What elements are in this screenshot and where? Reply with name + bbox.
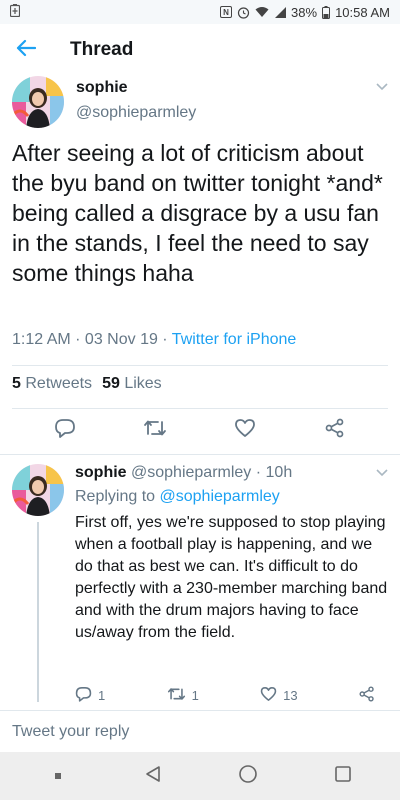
tweet-actions: 1 1 13 (75, 686, 375, 705)
share-icon (359, 686, 375, 705)
nav-back-icon (144, 765, 162, 788)
client-link[interactable]: Twitter for iPhone (172, 331, 297, 348)
avatar[interactable] (12, 76, 64, 128)
like-button[interactable] (225, 415, 265, 445)
retweet-count: 1 (191, 688, 199, 703)
reply-tweet[interactable]: sophie @sophieparmley · 10h Replying to … (0, 460, 400, 710)
reply-icon (75, 686, 92, 705)
like-count: 13 (283, 688, 298, 703)
replying-to: Replying to @sophieparmley (75, 488, 280, 505)
display-name[interactable]: sophie (76, 78, 196, 98)
reply-input[interactable] (12, 711, 388, 753)
reply-button[interactable] (45, 415, 85, 445)
chevron-down-icon (376, 78, 388, 95)
nav-recents-button[interactable] (36, 754, 80, 798)
system-nav-bar (0, 752, 400, 800)
svg-text:N: N (223, 8, 229, 17)
page-title: Thread (70, 39, 134, 60)
alarm-icon (237, 6, 250, 19)
tweet-menu-button[interactable] (376, 78, 388, 96)
header: Thread (0, 24, 400, 76)
signal-icon (274, 6, 287, 18)
avatar[interactable] (12, 464, 64, 516)
tweet-meta: 1:12 AM · 03 Nov 19 · Twitter for iPhone (12, 331, 296, 349)
nav-recents-icon (54, 767, 62, 785)
divider (12, 408, 388, 409)
divider (0, 454, 400, 455)
clock: 10:58 AM (335, 4, 390, 20)
nav-overview-icon (334, 765, 352, 788)
thread-line (37, 522, 39, 702)
reply-button[interactable]: 1 (75, 686, 105, 705)
nav-home-button[interactable] (226, 754, 270, 798)
reply-composer (0, 710, 400, 753)
divider (12, 365, 388, 366)
reply-icon (54, 418, 76, 443)
retweet-icon (167, 687, 186, 704)
retweet-button[interactable]: 1 (167, 687, 199, 704)
tweet-text: After seeing a lot of criticism about th… (12, 140, 383, 286)
retweet-button[interactable] (135, 415, 175, 445)
mention-link[interactable]: @sophieparmley (160, 488, 280, 505)
reply-header: sophie @sophieparmley · 10h (75, 462, 292, 484)
back-button[interactable] (4, 28, 48, 72)
tweet-menu-button[interactable] (376, 464, 388, 482)
share-icon (325, 418, 345, 443)
nav-overview-button[interactable] (321, 754, 365, 798)
handle[interactable]: @sophieparmley (76, 102, 196, 124)
nfc-icon: N (220, 6, 233, 18)
timestamp: 1:12 AM · 03 Nov 19 · (12, 331, 172, 348)
share-button[interactable] (315, 415, 355, 445)
status-bar: N 38% 10:58 AM (0, 0, 400, 24)
tweet-actions (0, 415, 400, 445)
like-icon (260, 686, 277, 705)
like-button[interactable]: 13 (260, 686, 298, 705)
retweet-icon (143, 419, 167, 442)
battery-saver-icon (9, 4, 21, 20)
tweet-stats: 5 Retweets 59 Likes (12, 375, 162, 393)
nav-back-button[interactable] (131, 754, 175, 798)
chevron-down-icon (376, 464, 388, 481)
wifi-icon (255, 6, 269, 18)
reply-count: 1 (98, 688, 106, 703)
back-arrow-icon (16, 39, 37, 62)
battery-percent: 38% (291, 4, 318, 20)
battery-icon (322, 5, 331, 19)
share-button[interactable] (359, 686, 375, 705)
display-name[interactable]: sophie (75, 464, 127, 481)
retweets-stat[interactable]: 5 Retweets (12, 375, 92, 393)
handle-and-time: @sophieparmley · 10h (126, 464, 293, 481)
nav-home-icon (238, 764, 258, 789)
likes-stat[interactable]: 59 Likes (102, 375, 162, 393)
tweet-text: First off, yes we're supposed to stop pl… (75, 514, 388, 641)
like-icon (234, 418, 256, 443)
